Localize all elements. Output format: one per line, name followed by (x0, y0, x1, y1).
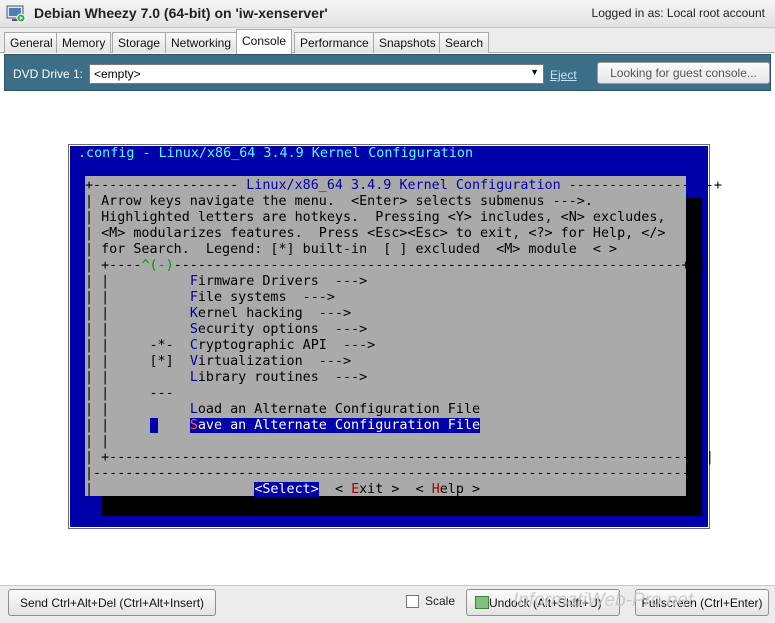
scale-checkbox[interactable] (406, 595, 419, 608)
menu-hotkey: F (189, 290, 198, 305)
menu-item[interactable]: | | [*] Virtualization ---> (85, 354, 351, 370)
menu-item[interactable]: | | File systems ---> (85, 290, 335, 306)
eject-link[interactable]: Eject (550, 68, 577, 82)
console-toolbar: DVD Drive 1: <empty> ▼ Eject Looking for… (4, 54, 771, 91)
dialog-title: Linux/x86_64 3.4.9 Kernel Configuration (246, 178, 561, 193)
menu-top-border: | +----^(-)-----------------------------… (85, 258, 706, 273)
tab-bar: General Memory Storage Networking Consol… (0, 28, 775, 54)
menu-item[interactable]: | | -*- Cryptographic API ---> (85, 338, 375, 354)
menu-hotkey: K (189, 306, 198, 321)
menu-item-prefix: -*- (149, 338, 174, 353)
console-header: .config - Linux/x86_64 3.4.9 Kernel Conf… (78, 146, 474, 161)
menu-hotkey: F (189, 274, 198, 289)
undock-button-label: Undock (Alt+Shift+U) (489, 596, 602, 610)
scroll-indicator: ^(-) (141, 258, 174, 273)
menu-left-border: | | (85, 434, 110, 449)
dialog-top-border: +------------------ Linux/x86_64 3.4.9 K… (85, 178, 722, 193)
menu-item[interactable]: | | Load an Alternate Configuration File (85, 402, 480, 418)
dropdown-arrow-icon: ▼ (530, 67, 539, 77)
help-line: Highlighted letters are hotkeys. Pressin… (101, 210, 666, 225)
tab-console[interactable]: Console (236, 29, 293, 54)
menu-hotkey: S (189, 418, 198, 433)
help-button[interactable]: < Help > (416, 482, 481, 497)
dvd-drive-label: DVD Drive 1: (13, 67, 84, 81)
menu-item-label: irtualization ---> (197, 354, 352, 369)
vm-running-icon (6, 5, 26, 23)
menu-hotkey: S (189, 322, 198, 337)
menu-item-label: ecurity options ---> (197, 322, 368, 337)
menu-item-label: ave an Alternate Configuration File (197, 418, 481, 433)
menu-hotkey: C (189, 338, 198, 353)
help-line-row: | <M> modularizes features. Press <Esc><… (85, 226, 666, 241)
menu-item[interactable]: | | Security options ---> (85, 322, 367, 338)
send-ctrl-alt-del-button[interactable]: Send Ctrl+Alt+Del (Ctrl+Alt+Insert) (8, 589, 216, 616)
menu-item-selected[interactable]: | | Save an Alternate Configuration File (85, 418, 481, 434)
menu-item[interactable]: | | Kernel hacking ---> (85, 306, 351, 322)
menu-item-label: ernel hacking ---> (197, 306, 352, 321)
button-hotkey: E (351, 482, 360, 497)
undock-button[interactable]: Undock (Alt+Shift+U) (466, 589, 620, 616)
exit-button[interactable]: < Exit > (335, 482, 400, 497)
button-bracket: < (415, 482, 432, 497)
menu-item-label: ryptographic API ---> (197, 338, 376, 353)
tab-performance[interactable]: Performance (294, 32, 375, 53)
select-button[interactable]: <Select> (254, 482, 319, 497)
select-button-label: <Select> (254, 482, 319, 497)
help-line: <M> modularizes features. Press <Esc><Es… (101, 226, 666, 241)
menu-hotkey: L (189, 402, 198, 417)
window-title-bar: Debian Wheezy 7.0 (64-bit) on 'iw-xenser… (0, 0, 775, 28)
help-line: Arrow keys navigate the menu. <Enter> se… (101, 194, 593, 209)
menu-item-label: irmware Drivers ---> (197, 274, 368, 289)
guest-console-button[interactable]: Looking for guest console... (597, 62, 770, 84)
help-line-row: | Arrow keys navigate the menu. <Enter> … (85, 194, 593, 209)
dialog-button-row: | <Select> < Exit > < Help > (85, 482, 481, 497)
button-bracket: < (334, 482, 352, 497)
login-info: Logged in as: Local root account (591, 6, 765, 20)
menu-item-label: oad an Alternate Configuration File (197, 402, 481, 417)
scale-label: Scale (425, 594, 456, 608)
tab-storage[interactable]: Storage (112, 32, 167, 53)
menu-hotkey: V (189, 354, 198, 369)
menuconfig-dialog: +------------------ Linux/x86_64 3.4.9 K… (85, 176, 722, 497)
tab-snapshots[interactable]: Snapshots (373, 32, 442, 53)
menu-item-prefix: [*] (149, 354, 174, 369)
tab-general[interactable]: General (4, 32, 59, 53)
help-line: for Search. Legend: [*] built-in [ ] exc… (101, 242, 618, 257)
button-hotkey: H (431, 482, 440, 497)
dialog-divider: |---------------------------------------… (85, 466, 698, 481)
help-line-row: | for Search. Legend: [*] built-in [ ] e… (85, 242, 618, 257)
vm-console-screen[interactable]: .config - Linux/x86_64 3.4.9 Kernel Conf… (68, 144, 722, 529)
tab-memory[interactable]: Memory (56, 32, 112, 53)
console-bottom-bar: Send Ctrl+Alt+Del (Ctrl+Alt+Insert) Scal… (0, 585, 775, 623)
button-label: elp > (439, 482, 481, 497)
button-label: xit > (359, 482, 400, 497)
menu-bottom-border: | +-------------------------------------… (85, 450, 714, 465)
help-line-row: | Highlighted letters are hotkeys. Press… (85, 210, 666, 225)
vm-title: Debian Wheezy 7.0 (64-bit) on 'iw-xenser… (34, 5, 328, 21)
menu-item[interactable]: | | Firmware Drivers ---> (85, 274, 367, 290)
dvd-drive-select[interactable]: <empty> ▼ (89, 64, 544, 84)
fullscreen-button[interactable]: Fullscreen (Ctrl+Enter) (635, 589, 769, 616)
dvd-drive-value: <empty> (94, 67, 141, 81)
undock-icon (475, 596, 489, 609)
menu-item-label: ile systems ---> (197, 290, 335, 305)
menu-item-label: ibrary routines ---> (197, 370, 368, 385)
tab-search[interactable]: Search (439, 32, 490, 53)
menu-item-prefix: --- (149, 386, 174, 401)
menu-separator: | | --- (85, 386, 174, 401)
menu-hotkey: L (189, 370, 198, 385)
menu-item[interactable]: | | Library routines ---> (85, 370, 367, 386)
tab-networking[interactable]: Networking (165, 32, 238, 53)
